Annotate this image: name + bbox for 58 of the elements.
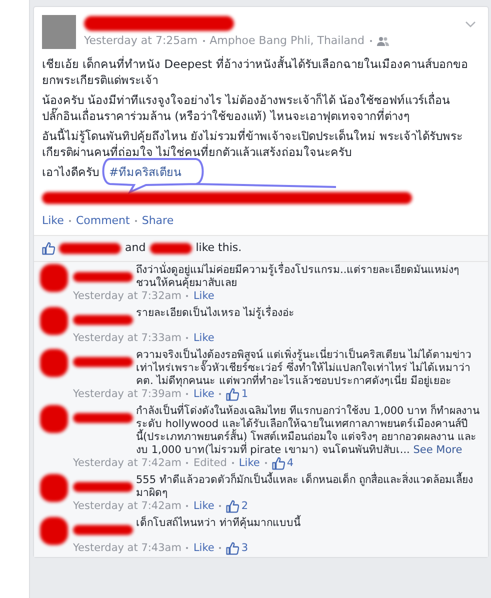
- comment-text: 555 ทำดีแล้วอวดตัวก็มักเป็นงี้แหละ เด็กหนอเด็ก ถูกสื่อและสิ่งแวดล้อมเลี้ยงมาผิดๆ: [136, 474, 474, 500]
- like-icon: [226, 388, 240, 400]
- like-icon: [42, 242, 55, 255]
- redaction-scribble: [73, 413, 133, 424]
- edited-label[interactable]: Edited: [193, 456, 227, 470]
- like-count[interactable]: 4: [286, 456, 294, 470]
- like-icon: [226, 542, 240, 554]
- comment-text: ความจริงเป็นไงต้องรอพิสูจน์ แต่เพิ่งรู้นะเนี่ยว่าเป็นคริสเตียน ไม่ได้ตามข่าวเท่าไหร่เพราะจั๊วหัวเชียร์ซะเว่อร์ ซึ่งทำให้ไม่แปลกใจเท่าไหร่ ไม่ได้เหมาว่า คต. ไม่ดีทุกคนนะ แต่พวกที่ทำอะไรแล้วชอบประกาศดังๆเนี่ย มีอยู่เยอะ: [136, 348, 473, 388]
- comment-text: กำลังเป็นที่โด่งดังในห้องเฉลิมไทย ทีแรกบอกว่าใช้งบ 1,000 บาท ก็ทำผลงานระดับ hollywood และได้รับเลือกให้ฉายในเทศกาลภาพยนตร์เมืองคานส์ปีนี้(ประเภทภาพยนตร์สั้น) โพสต์เหมือนถ่อมใจ แต่จริงๆ อยากอวดผลงาน และงบ 1,000 บาท(ไม่รวมที่ pirate เขามา) จนโดนพันทิปสับเ... See More: [136, 404, 480, 456]
- post-location[interactable]: Amphoe Bang Phli, Thailand: [210, 33, 364, 50]
- like-link[interactable]: Like: [193, 332, 214, 344]
- redaction-scribble: [59, 242, 121, 254]
- comment-text: รายละเอียดเป็นไงเหรอ ไม่รู้เรื่องอ่ะ: [136, 306, 296, 320]
- redaction-scribble: [73, 315, 133, 326]
- like-icon: [226, 500, 240, 512]
- comment-time[interactable]: Yesterday at 7:39am: [73, 388, 182, 400]
- like-count[interactable]: 2: [241, 500, 248, 512]
- photo-placeholder: [42, 15, 76, 49]
- redaction-scribble: [73, 272, 133, 282]
- redaction-scribble: [40, 516, 68, 544]
- post-action-link[interactable]: Like: [42, 212, 64, 229]
- comment-text: ถึงว่านั่งดูอยู่แม่ไม่ค่อยมีความรู้เรื่องโปรแกรม..แต่รายละเอียดมันแหม่งๆ ชวนให้คนคุ้ยมาสับเลย: [136, 264, 461, 290]
- like-icon: [272, 456, 285, 470]
- post-action-link[interactable]: Comment: [76, 212, 130, 229]
- redaction-scribble: [40, 348, 68, 376]
- comment-time[interactable]: Yesterday at 7:32am: [73, 290, 182, 302]
- post-action-link[interactable]: Share: [142, 212, 174, 229]
- redaction-scribble: [40, 306, 68, 334]
- post-time[interactable]: Yesterday at 7:25am: [84, 33, 198, 50]
- redaction-scribble: [73, 482, 133, 492]
- redaction-scribble: [40, 404, 68, 432]
- comment-time[interactable]: Yesterday at 7:42am: [73, 500, 182, 512]
- redaction-scribble: [40, 474, 68, 502]
- post-paragraph: เชียเอ้ย เด็กคนที่ทำหนัง Deepest ที่อ้างว่าหนังสั้นได้รับเลือกฉายในเมืองคานส์บอกขอยกพระเกียรติแด่พระเจ้า: [42, 56, 469, 88]
- redaction-scribble: [73, 357, 133, 368]
- redaction-scribble: [40, 264, 68, 292]
- friends-icon: [376, 36, 388, 46]
- comment-time[interactable]: Yesterday at 7:43am: [73, 542, 182, 554]
- like-link[interactable]: Like: [238, 456, 260, 470]
- like-count[interactable]: 3: [241, 542, 248, 554]
- like-link[interactable]: Like: [193, 290, 214, 302]
- post-paragraph: อันนี้ไม่รู้โดนพันทิปคุ้ยถึงไหน ยังไม่รวมที่ข้าพเจ้าจะเปิดประเด็นใหม่ พระเจ้าได้รับพระเกียรติผ่านคนที่ถ่อมใจ ไม่ใช่คนที่ยกตัวแล้วแสร้งถ่อมใจนะครับ: [42, 128, 464, 160]
- post-paragraph: เอาไงดีครับ: [42, 164, 99, 180]
- comment-text: เด็กโบสถ์ไหนหว่า ท่าทีคุ้นมากแบบนี้: [136, 516, 302, 530]
- comment-time[interactable]: Yesterday at 7:42am: [73, 456, 182, 470]
- see-more-link[interactable]: See More: [410, 444, 462, 456]
- like-link[interactable]: Like: [193, 388, 214, 400]
- chevron-down-icon[interactable]: [465, 21, 476, 28]
- like-link[interactable]: Like: [193, 542, 214, 554]
- hashtag-link[interactable]: #ทีมคริสเตียน: [109, 164, 182, 178]
- redaction-scribble: [73, 525, 133, 536]
- post-paragraph: น้องครับ น้องมีท่าทีแรงจูงใจอย่างไร ไม่ต้องอ้างพระเจ้าก็ได้ น้องใช้ซอฟท์แวร์เถื่อน ปลั๊กอินเถื่อนราคาร่วมล้าน (หรือว่าใช้ของแท้) ไหนจะเอาฟุตเทจจากที่ต่างๆ: [42, 92, 451, 124]
- redaction-scribble: [150, 242, 192, 254]
- likes-joiner: and: [125, 240, 146, 256]
- like-count[interactable]: 1: [241, 388, 248, 400]
- comment-time[interactable]: Yesterday at 7:33am: [73, 332, 182, 344]
- likes-text: like this.: [196, 240, 242, 256]
- like-link[interactable]: Like: [193, 500, 214, 512]
